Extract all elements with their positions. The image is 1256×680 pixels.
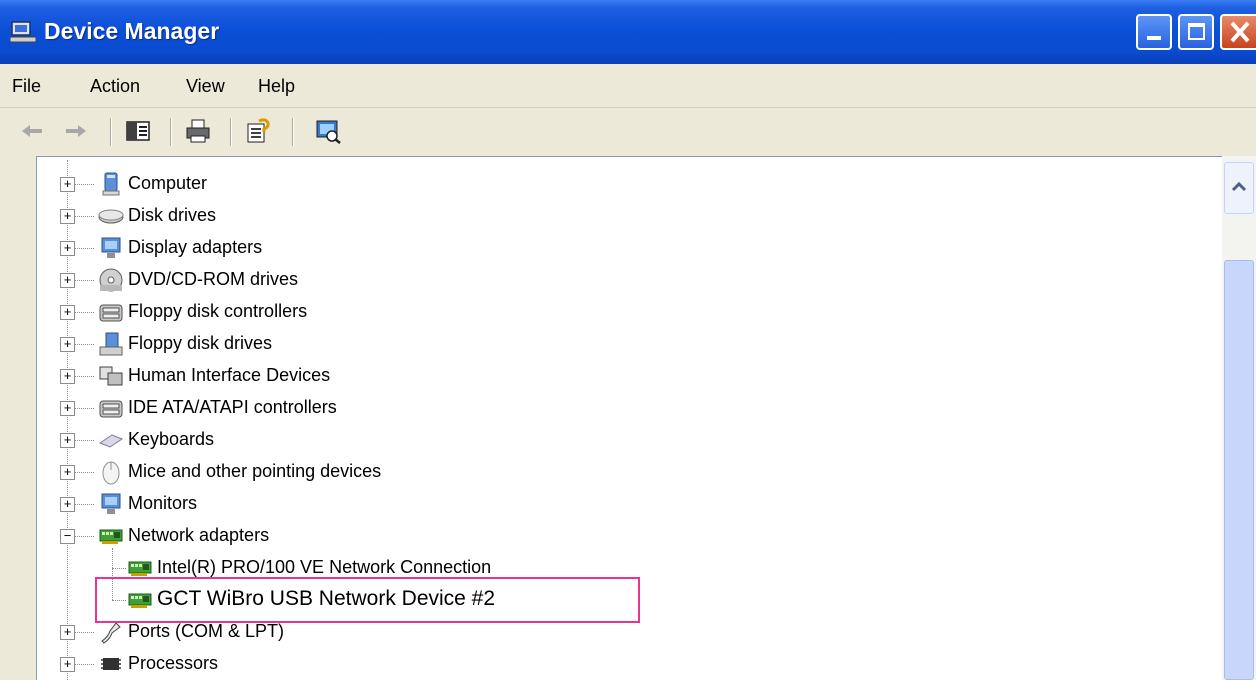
tree-category-item[interactable]: + Floppy disk controllers [0,298,1180,326]
expand-toggle[interactable]: + [60,369,75,384]
monitor-icon [101,493,121,514]
scroll-thumb[interactable] [1224,260,1254,680]
toolbar-separator [292,118,294,146]
tree-item-label: Mice and other pointing devices [128,461,382,481]
menu-action[interactable]: Action [90,76,140,97]
tree-item-label: Ports (COM & LPT) [128,621,285,641]
tree-category-item[interactable]: + Computer [0,170,1180,198]
keyboard-icon [98,434,124,448]
toolbar-separator [230,118,232,146]
title-bar[interactable]: Device Manager [0,0,1256,64]
show-hide-console-tree-icon[interactable] [124,118,152,144]
maximize-icon [1188,23,1205,40]
tree-category-item[interactable]: + Mice and other pointing devices [0,458,1180,486]
forward-icon[interactable] [62,118,90,144]
properties-help-icon[interactable] [244,118,272,144]
tree-item-label: Intel(R) PRO/100 VE Network Connection [157,557,492,577]
tree-item-label: IDE ATA/ATAPI controllers [128,397,337,417]
expand-toggle[interactable]: + [60,497,75,512]
display-adapter-icon [101,237,121,258]
scroll-up-button[interactable] [1224,162,1254,214]
tree-item-label: Keyboards [128,429,215,449]
vertical-scrollbar[interactable] [1222,156,1256,680]
processor-icon [101,658,121,670]
tree-item-label: Floppy disk controllers [128,301,308,321]
tree-category-item[interactable]: + Processors [0,650,1180,678]
close-icon [1230,21,1250,43]
tree-category-item[interactable]: + DVD/CD-ROM drives [0,266,1180,294]
device-manager-icon [10,21,36,43]
tree-category-item[interactable]: − Network adapters [0,522,1180,550]
tree-item-label: Computer [128,173,208,193]
tree-item-label: Monitors [128,493,198,513]
toolbar-separator [110,118,112,146]
network-adapter-icon [99,529,123,544]
toolbar-separator [170,118,172,146]
computer-icon [102,172,120,196]
expand-toggle[interactable]: + [60,337,75,352]
expand-toggle[interactable]: + [60,305,75,320]
window-title: Device Manager [44,18,220,44]
expand-toggle[interactable]: + [60,401,75,416]
tree-category-item[interactable]: + Keyboards [0,426,1180,454]
tree-item-label: Disk drives [128,205,217,225]
print-icon[interactable] [184,118,212,144]
expand-toggle[interactable]: + [60,209,75,224]
tree-item-label: Floppy disk drives [128,333,273,353]
expand-toggle[interactable]: + [60,625,75,640]
floppy-drive-icon [99,332,123,356]
collapse-toggle[interactable]: − [60,529,75,544]
menu-file[interactable]: File [12,76,41,97]
disk-drive-icon [98,209,124,224]
expand-toggle[interactable]: + [60,657,75,672]
expand-toggle[interactable]: + [60,241,75,256]
highlight-box [95,577,640,623]
expand-toggle[interactable]: + [60,273,75,288]
minimize-icon [1147,36,1161,40]
tree-item-label: DVD/CD-ROM drives [128,269,299,289]
tree-item-label: Display adapters [128,237,263,257]
hid-icon [99,366,123,386]
tree-category-item[interactable]: + Display adapters [0,234,1180,262]
tree-item-label: Human Interface Devices [128,365,331,385]
close-button[interactable] [1220,14,1256,50]
controller-icon [99,304,123,322]
tree-category-item[interactable]: + Floppy disk drives [0,330,1180,358]
mouse-icon [102,461,120,485]
menu-view[interactable]: View [186,76,225,97]
minimize-button[interactable] [1136,14,1172,50]
menu-bar: File Action View Help [0,64,1256,108]
menu-help[interactable]: Help [258,76,295,97]
maximize-button[interactable] [1178,14,1214,50]
tree-category-item[interactable]: + IDE ATA/ATAPI controllers [0,394,1180,422]
scan-hardware-icon[interactable] [314,118,342,144]
cd-drive-icon [99,268,123,292]
expand-toggle[interactable]: + [60,177,75,192]
controller-icon [99,400,123,418]
expand-toggle[interactable]: + [60,465,75,480]
tree-category-item[interactable]: + Monitors [0,490,1180,518]
tree-category-item[interactable]: + Disk drives [0,202,1180,230]
tree-connector [112,568,126,569]
tree-item-label: Processors [128,653,219,673]
toolbar [0,108,1256,154]
back-icon[interactable] [18,118,46,144]
tree-item-label: Network adapters [128,525,270,545]
tree-category-item[interactable]: + Human Interface Devices [0,362,1180,390]
expand-toggle[interactable]: + [60,433,75,448]
chevron-up-icon [1231,181,1247,192]
